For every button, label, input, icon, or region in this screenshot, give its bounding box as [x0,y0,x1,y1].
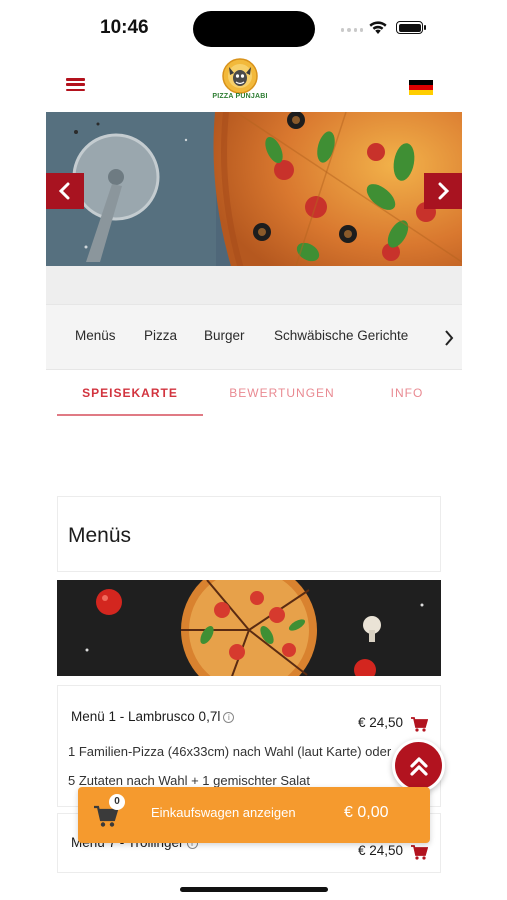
status-time: 10:46 [100,17,149,38]
home-indicator[interactable] [180,887,328,892]
section-header: Menüs [57,496,441,572]
chevron-right-icon [445,330,454,346]
hamburger-menu-icon[interactable] [66,78,85,91]
menu-item-description-line2: 5 Zutaten nach Wahl + 1 gemischter Salat [68,773,310,788]
info-icon[interactable]: i [223,712,235,723]
signal-icon [341,26,363,32]
tab-bewertungen[interactable]: BEWERTUNGEN [215,386,349,400]
scroll-to-top-button[interactable] [392,739,445,792]
category-menus[interactable]: Menüs [75,328,116,343]
hero-image [46,112,462,266]
category-burger[interactable]: Burger [204,328,245,343]
category-nav: Menüs Pizza Burger Schwäbische Gerichte [46,304,462,370]
menu-item-price: € 24,50 [358,715,404,730]
section-title: Menüs [68,524,132,547]
chevron-right-icon [438,182,450,200]
slider-prev-button[interactable] [46,173,84,209]
view-cart-button[interactable]: 0 Einkaufswagen anzeigen € 0,00 [78,787,430,843]
cart-label: Einkaufswagen anzeigen [151,805,296,820]
tab-info[interactable]: INFO [378,386,436,400]
menu-item-description-line1: 1 Familien-Pizza (46x33cm) nach Wahl (la… [68,744,392,759]
category-pizza[interactable]: Pizza [144,328,177,343]
german-flag-icon[interactable] [409,80,433,95]
add-to-cart-icon[interactable] [410,716,428,732]
slider-next-button[interactable] [424,173,462,209]
menu-item-name: Menü 1 - Lambrusco 0,7l i [71,709,235,724]
tab-active-indicator [57,414,203,416]
battery-icon [396,21,426,34]
cart-total: € 0,00 [344,804,389,821]
double-chevron-up-icon [409,756,428,776]
wifi-icon [369,21,387,34]
hero-caption-band [46,266,462,304]
menu-item-price: € 24,50 [358,843,404,858]
section-banner-image [57,580,441,676]
add-to-cart-icon[interactable] [410,844,428,860]
logo-text: PIZZA PUNJABI [212,93,268,100]
tab-speisekarte[interactable]: SPEISEKARTE [57,386,203,400]
category-schwaebische-gerichte[interactable]: Schwäbische Gerichte [274,328,408,343]
dynamic-island [193,11,315,47]
cart-count-badge: 0 [109,794,125,810]
chevron-left-icon [58,182,70,200]
category-scroll-right-button[interactable] [436,323,462,353]
